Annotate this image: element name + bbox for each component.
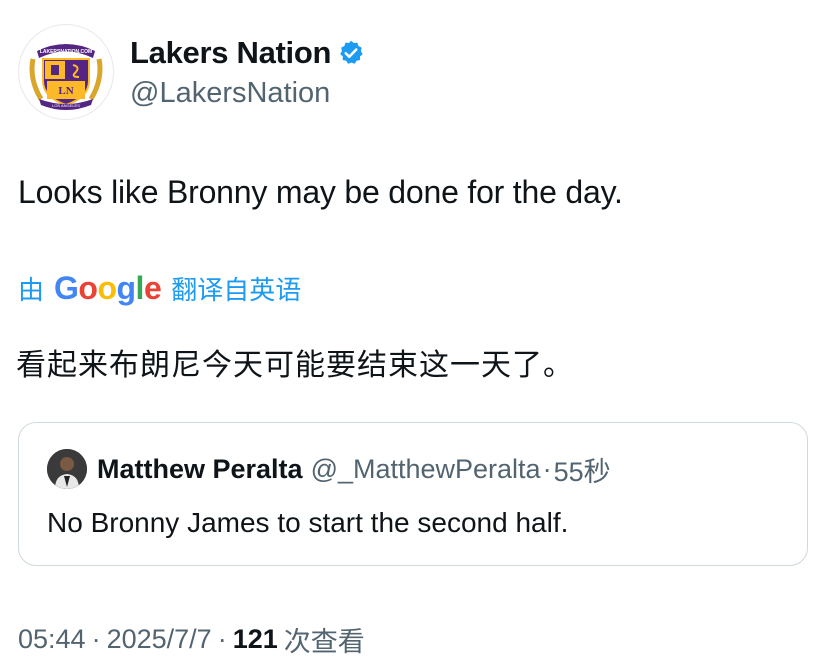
meta-separator: · [91, 624, 101, 654]
translation-suffix: 翻译自英语 [171, 275, 302, 305]
translation-attribution[interactable]: 由 Google 翻译自英语 [18, 270, 301, 307]
author-display-name[interactable]: Lakers Nation [130, 35, 331, 71]
tweet-text: Looks like Bronny may be done for the da… [18, 174, 623, 210]
tweet-meta: 05:44 · 2025/7/7 · 121 次查看 [18, 620, 365, 659]
lakers-nation-crest-icon: LAKERSNATION.COM LN LOS ANGELES [24, 30, 108, 114]
display-name-row: Lakers Nation [130, 35, 365, 71]
views-label: 次查看 [283, 627, 365, 657]
meta-separator: · [217, 624, 227, 654]
verified-badge-icon[interactable] [337, 39, 365, 67]
quote-timestamp[interactable]: 55秒 [554, 450, 611, 489]
crest-ribbon-text: LOS ANGELES [52, 103, 80, 108]
views-count[interactable]: 121 [233, 624, 278, 655]
translated-text: 看起来布朗尼今天可能要结束这一天了。 [16, 349, 574, 382]
tweet-header: LAKERSNATION.COM LN LOS ANGELES Lakers N… [18, 24, 365, 120]
quote-header: Matthew Peralta @_MatthewPeralta · 55秒 [47, 449, 611, 489]
author-handle[interactable]: @LakersNation [130, 77, 365, 110]
quote-author-avatar[interactable] [47, 449, 87, 489]
quote-display-name[interactable]: Matthew Peralta [97, 454, 303, 485]
crest-monogram: LN [58, 85, 73, 97]
person-silhouette-icon [47, 449, 87, 489]
quote-handle[interactable]: @_MatthewPeralta [311, 454, 541, 485]
tweet-time[interactable]: 05:44 [18, 624, 86, 655]
author-avatar[interactable]: LAKERSNATION.COM LN LOS ANGELES [18, 24, 114, 120]
author-names: Lakers Nation @LakersNation [130, 35, 365, 110]
quote-text: No Bronny James to start the second half… [47, 507, 569, 538]
crest-top-text: LAKERSNATION.COM [40, 49, 92, 55]
translation-prefix: 由 [18, 275, 45, 305]
google-logo: Google [54, 270, 162, 306]
tweet-date[interactable]: 2025/7/7 [107, 624, 212, 655]
quoted-tweet[interactable]: Matthew Peralta @_MatthewPeralta · 55秒 N… [18, 422, 808, 566]
quote-separator: · [542, 453, 552, 484]
